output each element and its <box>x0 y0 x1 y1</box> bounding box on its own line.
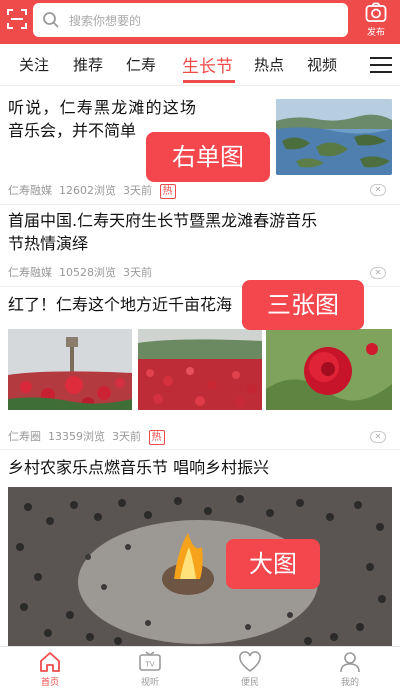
article-title-line: 节热情演绎 <box>8 234 89 253</box>
active-tab-indicator <box>183 80 235 83</box>
category-tabs: 关注 推荐 仁寿 生长节 热点 视频 少 <box>0 44 400 86</box>
home-icon <box>40 652 60 672</box>
divider <box>0 204 400 205</box>
nav-audiovisual[interactable]: TV 视听 <box>120 651 180 688</box>
article-views: 13359浏览 <box>48 430 105 443</box>
article-title-line: 听说，仁寿黑龙滩的这场 <box>8 98 198 117</box>
nav-home-label: 首页 <box>40 678 59 688</box>
nav-services-label: 便民 <box>240 678 259 688</box>
article-meta: 仁寿融媒 12602浏览 3天前 热 <box>8 182 176 199</box>
tab-renshou[interactable]: 仁寿 <box>126 54 156 75</box>
layout-label-three-images: 三张图 <box>242 280 364 330</box>
publish-label: 发布 <box>366 28 385 38</box>
article-views: 10528浏览 <box>59 266 116 279</box>
top-bar: 搜索你想要的 发布 <box>0 0 400 44</box>
article-meta: 仁寿融媒 10528浏览 3天前 <box>8 264 152 280</box>
article-thumbnail-rose-closeup <box>266 329 392 410</box>
menu-line <box>370 57 392 59</box>
dismiss-icon[interactable]: ✕ <box>370 431 386 443</box>
nav-audiovisual-label: 视听 <box>140 678 159 688</box>
article-title: 乡村农家乐点燃音乐节 唱响乡村振兴 <box>8 458 270 477</box>
tab-redian[interactable]: 热点 <box>254 54 284 75</box>
scan-icon[interactable] <box>6 8 28 30</box>
tab-guanzhu[interactable]: 关注 <box>19 54 49 75</box>
dismiss-icon[interactable]: ✕ <box>370 267 386 279</box>
dismiss-icon[interactable]: ✕ <box>370 184 386 196</box>
heart-icon <box>239 651 261 673</box>
tab-shengzhangjie[interactable]: 生长节 <box>182 52 233 77</box>
article-source: 仁寿圈 <box>8 430 41 443</box>
layout-label-right-image: 右单图 <box>146 132 270 182</box>
article-time: 3天前 <box>123 266 152 279</box>
tv-icon: TV <box>139 651 161 671</box>
nav-services[interactable]: 便民 <box>220 651 280 688</box>
nav-home[interactable]: 首页 <box>20 651 80 688</box>
article-views: 12602浏览 <box>59 184 116 197</box>
publish-button[interactable]: 发布 <box>361 2 391 42</box>
camera-icon <box>365 2 387 22</box>
nav-profile-label: 我的 <box>340 678 359 688</box>
hot-badge: 热 <box>159 184 176 199</box>
menu-line <box>370 64 392 66</box>
search-placeholder: 搜索你想要的 <box>69 14 142 28</box>
tab-shipin[interactable]: 视频 <box>307 54 337 75</box>
article-meta: 仁寿圈 13359浏览 3天前 热 <box>8 428 165 445</box>
article-thumbnail-lake <box>276 99 392 175</box>
article-source: 仁寿融媒 <box>8 266 52 279</box>
tabs-menu-button[interactable] <box>356 44 400 85</box>
article-image-bonfire-crowd <box>8 487 392 646</box>
article-source: 仁寿融媒 <box>8 184 52 197</box>
article-title-line: 首届中国.仁寿天府生长节暨黑龙滩春游音乐 <box>8 211 318 230</box>
divider <box>0 449 400 450</box>
article-time: 3天前 <box>123 184 152 197</box>
article-time: 3天前 <box>112 430 141 443</box>
tab-tuijian[interactable]: 推荐 <box>73 54 103 75</box>
layout-label-large-image: 大图 <box>226 539 320 589</box>
bottom-navigation: 首页 TV 视听 便民 我的 <box>0 646 400 691</box>
svg-text:TV: TV <box>144 661 154 669</box>
search-icon <box>43 12 59 28</box>
search-bar[interactable]: 搜索你想要的 <box>33 3 348 37</box>
article-title: 首届中国.仁寿天府生长节暨黑龙滩春游音乐 节热情演绎 <box>8 209 392 255</box>
nav-profile[interactable]: 我的 <box>320 651 380 688</box>
article-thumbnail-flowerfield <box>8 329 132 410</box>
article-thumbnail-rosefield <box>138 329 262 410</box>
menu-line <box>370 71 392 73</box>
user-icon <box>340 652 360 673</box>
hot-badge: 热 <box>148 430 165 445</box>
